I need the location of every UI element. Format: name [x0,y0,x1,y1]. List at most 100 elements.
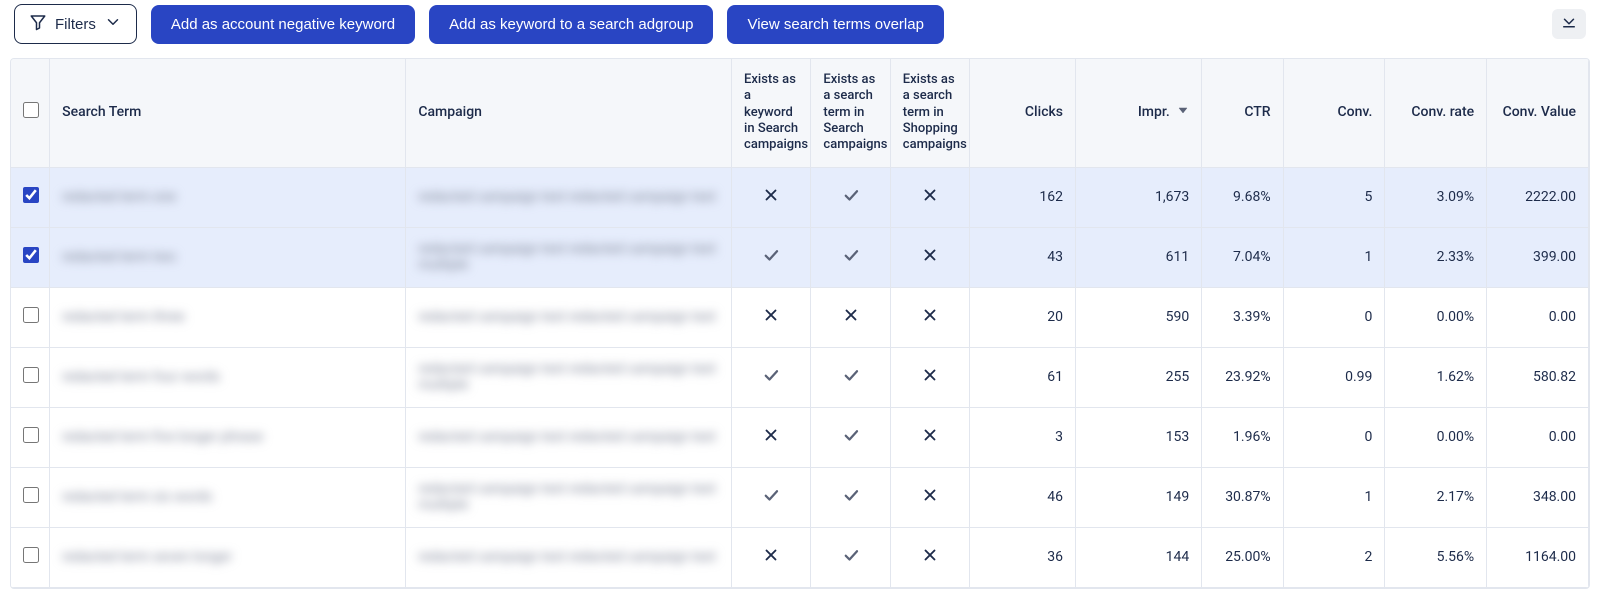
cell-campaign: redacted campaign text redacted campaign… [406,287,732,347]
row-checkbox[interactable] [23,547,39,563]
cell-exists-term-search [811,527,890,587]
cell-conv-rate: 1.62% [1385,347,1487,407]
check-icon [842,432,860,448]
search-term-text: redacted term six words [62,489,212,505]
header-clicks[interactable]: Clicks [970,59,1076,167]
header-exists-term-search[interactable]: Exists as a search term in Search campai… [811,59,890,167]
cell-conv-rate: 2.33% [1385,227,1487,287]
cell-impr: 590 [1076,287,1202,347]
search-term-text: redacted term two [62,249,176,265]
check-icon [842,192,860,208]
cell-conv: 2 [1283,527,1385,587]
cell-clicks: 36 [970,527,1076,587]
cell-conv: 0 [1283,287,1385,347]
campaign-text: redacted campaign text redacted campaign… [418,189,715,205]
select-all-checkbox[interactable] [23,102,39,118]
cell-conv-value: 1164.00 [1487,527,1589,587]
header-exists-keyword-search[interactable]: Exists as a keyword in Search campaigns [732,59,811,167]
row-checkbox[interactable] [23,307,39,323]
x-icon [921,552,939,568]
cell-exists-keyword-search [732,467,811,527]
cell-search-term: redacted term two [50,227,406,287]
check-icon [842,552,860,568]
add-keyword-adgroup-button[interactable]: Add as keyword to a search adgroup [429,5,713,44]
collapse-panel-button[interactable] [1552,9,1586,39]
cell-search-term: redacted term one [50,167,406,227]
cell-campaign: redacted campaign text redacted campaign… [406,527,732,587]
cell-exists-keyword-search [732,347,811,407]
table-row: redacted term five longer phraseredacted… [11,407,1589,467]
header-impr-label: Impr. [1138,104,1170,120]
cell-exists-term-shopping [890,467,969,527]
cell-campaign: redacted campaign text redacted campaign… [406,407,732,467]
cell-impr: 255 [1076,347,1202,407]
cell-conv: 1 [1283,467,1385,527]
campaign-text: redacted campaign text redacted campaign… [418,241,719,273]
cell-conv-value: 580.82 [1487,347,1589,407]
cell-impr: 144 [1076,527,1202,587]
campaign-text: redacted campaign text redacted campaign… [418,549,715,565]
cell-impr: 1,673 [1076,167,1202,227]
search-terms-table: Search Term Campaign Exists as a keyword… [11,59,1589,588]
table-row: redacted term one redacted campaign text … [11,167,1589,227]
search-term-text: redacted term four words [62,369,220,385]
x-icon [762,432,780,448]
search-term-text: redacted term one [62,189,176,205]
header-conv[interactable]: Conv. [1283,59,1385,167]
cell-exists-term-search [811,467,890,527]
table-row: redacted term six words redacted campaign… [11,467,1589,527]
x-icon [842,312,860,328]
row-checkbox[interactable] [23,487,39,503]
search-term-text: redacted term seven longer [62,549,232,565]
cell-exists-term-shopping [890,347,969,407]
cell-conv: 1 [1283,227,1385,287]
header-conv-value[interactable]: Conv. Value [1487,59,1589,167]
header-impr[interactable]: Impr. [1076,59,1202,167]
add-negative-keyword-button[interactable]: Add as account negative keyword [151,5,415,44]
x-icon [921,192,939,208]
cell-exists-term-shopping [890,527,969,587]
view-overlap-button[interactable]: View search terms overlap [727,5,943,44]
row-checkbox[interactable] [23,247,39,263]
cell-search-term: redacted term six words [50,467,406,527]
cell-exists-keyword-search [732,227,811,287]
campaign-text: redacted campaign text redacted campaign… [418,481,719,513]
cell-conv-value: 2222.00 [1487,167,1589,227]
cell-campaign: redacted campaign text redacted campaign… [406,467,732,527]
check-icon [842,252,860,268]
cell-exists-keyword-search [732,407,811,467]
cell-exists-keyword-search [732,167,811,227]
campaign-text: redacted campaign text redacted campaign… [418,309,715,325]
cell-clicks: 162 [970,167,1076,227]
cell-exists-keyword-search [732,287,811,347]
check-icon [762,372,780,388]
cell-impr: 149 [1076,467,1202,527]
cell-conv-rate: 0.00% [1385,287,1487,347]
cell-campaign: redacted campaign text redacted campaign… [406,167,732,227]
cell-search-term: redacted term five longer phrase [50,407,406,467]
cell-conv-rate: 2.17% [1385,467,1487,527]
filters-button[interactable]: Filters [14,4,137,44]
cell-ctr: 30.87% [1202,467,1283,527]
cell-conv: 5 [1283,167,1385,227]
row-checkbox[interactable] [23,187,39,203]
row-checkbox[interactable] [23,367,39,383]
header-campaign[interactable]: Campaign [406,59,732,167]
table-row: redacted term threeredacted campaign tex… [11,287,1589,347]
x-icon [762,312,780,328]
cell-exists-term-search [811,407,890,467]
table-row: redacted term two redacted campaign text … [11,227,1589,287]
header-select-all [11,59,50,167]
cell-conv-rate: 3.09% [1385,167,1487,227]
cell-ctr: 9.68% [1202,167,1283,227]
header-ctr[interactable]: CTR [1202,59,1283,167]
header-conv-rate[interactable]: Conv. rate [1385,59,1487,167]
cell-exists-term-search [811,347,890,407]
x-icon [762,192,780,208]
cell-search-term: redacted term four words [50,347,406,407]
header-search-term[interactable]: Search Term [50,59,406,167]
cell-exists-keyword-search [732,527,811,587]
row-checkbox[interactable] [23,427,39,443]
header-exists-term-shopping[interactable]: Exists as a search term in Shopping camp… [890,59,969,167]
toolbar: Filters Add as account negative keyword … [0,0,1600,58]
